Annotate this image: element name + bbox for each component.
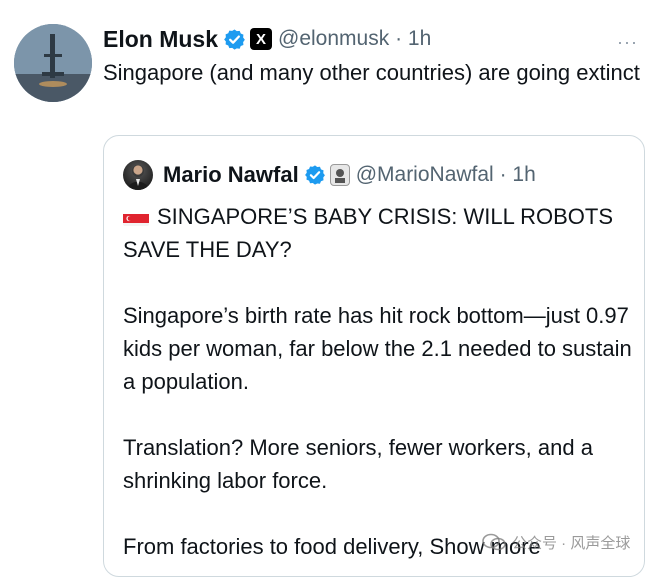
quoted-paragraph-2: Translation? More seniors, fewer workers…: [123, 435, 593, 493]
quoted-paragraph-1: Singapore’s birth rate has hit rock bott…: [123, 303, 632, 394]
tweet-time: 1h: [407, 27, 432, 50]
verified-badge-icon: [224, 28, 245, 50]
more-options-icon[interactable]: ···: [617, 32, 638, 53]
author-handle[interactable]: @elonmusk · 1h: [278, 27, 431, 51]
quoted-tweet-card[interactable]: Mario Nawfal @MarioNawfal · 1h SINGAPORE…: [103, 135, 645, 577]
watermark-text: 公众号 · 风声全球: [512, 534, 631, 552]
author-avatar[interactable]: [14, 24, 92, 102]
tweet[interactable]: Elon Musk X @elonmusk · 1h ··· Singapore…: [0, 0, 660, 577]
person-photo-icon: [127, 165, 149, 190]
quoted-tweet-text: SINGAPORE’S BABY CRISIS: WILL ROBOTS SAV…: [123, 200, 633, 576]
tweet-text: Singapore (and many other countries) are…: [103, 60, 640, 85]
tweet-header: Elon Musk X @elonmusk · 1h: [103, 22, 431, 56]
quoted-author-handle[interactable]: @MarioNawfal · 1h: [356, 163, 536, 187]
verified-badge-icon: [304, 165, 325, 185]
watermark: 公众号 · 风声全球: [482, 528, 652, 556]
wechat-icon: [482, 533, 506, 551]
quoted-author-avatar[interactable]: [123, 160, 153, 190]
affiliate-badge-icon[interactable]: [329, 164, 350, 186]
rocket-photo-icon: [14, 24, 92, 102]
singapore-flag-icon: [123, 208, 149, 226]
author-name[interactable]: Elon Musk: [103, 26, 218, 53]
quoted-author-name[interactable]: Mario Nawfal: [163, 162, 299, 188]
quoted-headline: SINGAPORE’S BABY CRISIS: WILL ROBOTS SAV…: [123, 204, 614, 262]
quoted-tweet-header: Mario Nawfal @MarioNawfal · 1h: [123, 158, 536, 192]
quoted-tweet-time: 1h: [512, 163, 536, 186]
x-affiliate-icon[interactable]: X: [250, 28, 273, 50]
